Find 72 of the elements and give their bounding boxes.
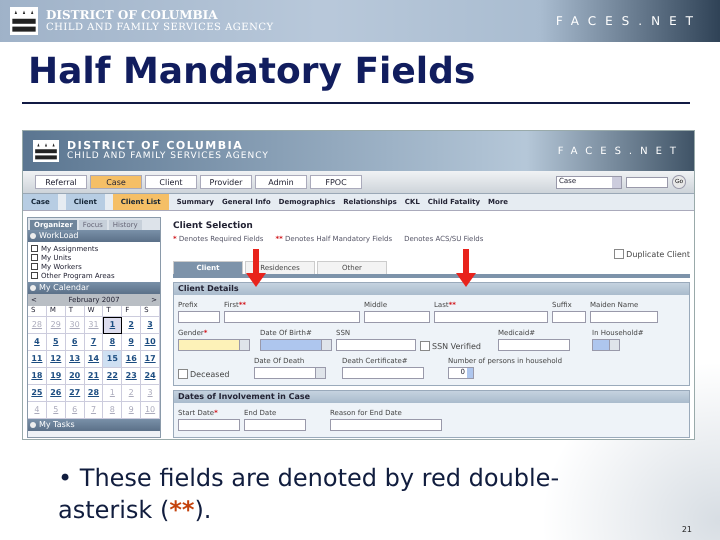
- checkbox-label: SSN Verified: [432, 342, 482, 350]
- nav-tab[interactable]: Case: [90, 175, 142, 189]
- flag-logo-icon: [33, 140, 59, 162]
- calendar-day[interactable]: 1: [103, 317, 122, 334]
- calendar-day[interactable]: 5: [46, 334, 66, 351]
- calendar-day[interactable]: 4: [28, 334, 47, 351]
- calendar-day[interactable]: 16: [122, 351, 142, 368]
- calendar-day[interactable]: 21: [84, 368, 104, 385]
- text-field[interactable]: [178, 419, 240, 431]
- nav-tab[interactable]: Admin: [255, 175, 307, 189]
- calendar-day[interactable]: 28: [84, 385, 104, 402]
- checkbox-label: Deceased: [190, 370, 230, 378]
- text-field[interactable]: [244, 419, 306, 431]
- agency-name: DISTRICT OF COLUMBIA: [67, 140, 244, 152]
- calendar-day[interactable]: 22: [103, 368, 122, 385]
- calendar-day[interactable]: 20: [66, 368, 85, 385]
- agency-subtitle: CHILD AND FAMILY SERVICES AGENCY: [46, 22, 274, 34]
- calendar-day[interactable]: 23: [122, 368, 142, 385]
- text-field[interactable]: [342, 367, 424, 379]
- text-field[interactable]: [224, 311, 360, 323]
- calendar-day[interactable]: 7: [84, 334, 104, 351]
- nav-tab[interactable]: FPOC: [310, 175, 362, 189]
- checkbox[interactable]: [420, 341, 430, 351]
- dropdown[interactable]: [178, 339, 250, 351]
- calendar-day[interactable]: 19: [46, 368, 66, 385]
- calendar-day[interactable]: 15: [103, 351, 122, 368]
- section-header: Dates of Involvement in Case: [174, 391, 689, 403]
- flag-logo-icon: [10, 7, 38, 35]
- text-field[interactable]: [552, 311, 586, 323]
- text-field[interactable]: [434, 311, 548, 323]
- section-header[interactable]: WorkLoad: [28, 230, 160, 242]
- agency-name: DISTRICT OF COLUMBIA: [46, 8, 219, 22]
- text-field[interactable]: [498, 339, 570, 351]
- calendar-day[interactable]: 3: [141, 317, 160, 334]
- section-header[interactable]: My Calendar: [28, 282, 160, 294]
- calendar-day[interactable]: 24: [141, 368, 160, 385]
- calendar-day[interactable]: 10: [141, 334, 160, 351]
- dropdown[interactable]: [260, 339, 332, 351]
- calendar-day[interactable]: 6: [66, 334, 85, 351]
- nav-tab[interactable]: Provider: [200, 175, 252, 189]
- text-field[interactable]: [364, 311, 430, 323]
- calendar-day[interactable]: 9: [122, 334, 142, 351]
- section-header: Client Details: [174, 283, 689, 295]
- nav-tab[interactable]: Referral: [35, 175, 87, 189]
- text-field[interactable]: [178, 311, 220, 323]
- brand-name: FACES.NET: [556, 14, 702, 28]
- brand-name: FACES.NET: [558, 146, 684, 156]
- page-number: 21: [682, 525, 692, 534]
- search-field[interactable]: [626, 176, 668, 188]
- text-field[interactable]: [336, 339, 416, 351]
- checkbox[interactable]: [178, 369, 188, 379]
- calendar-day[interactable]: 26: [46, 385, 66, 402]
- checkbox[interactable]: [614, 249, 624, 259]
- calendar-day[interactable]: 13: [66, 351, 85, 368]
- calendar-day[interactable]: 18: [28, 368, 47, 385]
- page-heading: Client Selection: [173, 221, 254, 231]
- calendar-day[interactable]: 11: [28, 351, 47, 368]
- nav-tab[interactable]: Client: [145, 175, 197, 189]
- bullet-text: • These fields are denoted by red double-asterisk (**).: [58, 463, 560, 526]
- calendar-day[interactable]: 25: [28, 385, 47, 402]
- agency-subtitle: CHILD AND FAMILY SERVICES AGENCY: [67, 152, 269, 162]
- checkbox-label: Duplicate Client: [626, 250, 690, 258]
- section-header[interactable]: My Tasks: [28, 419, 160, 431]
- calendar-day[interactable]: 17: [141, 351, 160, 368]
- dropdown[interactable]: [254, 367, 326, 379]
- dropdown[interactable]: [592, 339, 620, 351]
- text-field[interactable]: [330, 419, 442, 431]
- calendar-day[interactable]: 27: [66, 385, 85, 402]
- calendar-day[interactable]: 2: [122, 317, 142, 334]
- calendar-day[interactable]: 12: [46, 351, 66, 368]
- text-field[interactable]: [590, 311, 658, 323]
- slide-title: Half Mandatory Fields: [28, 50, 476, 94]
